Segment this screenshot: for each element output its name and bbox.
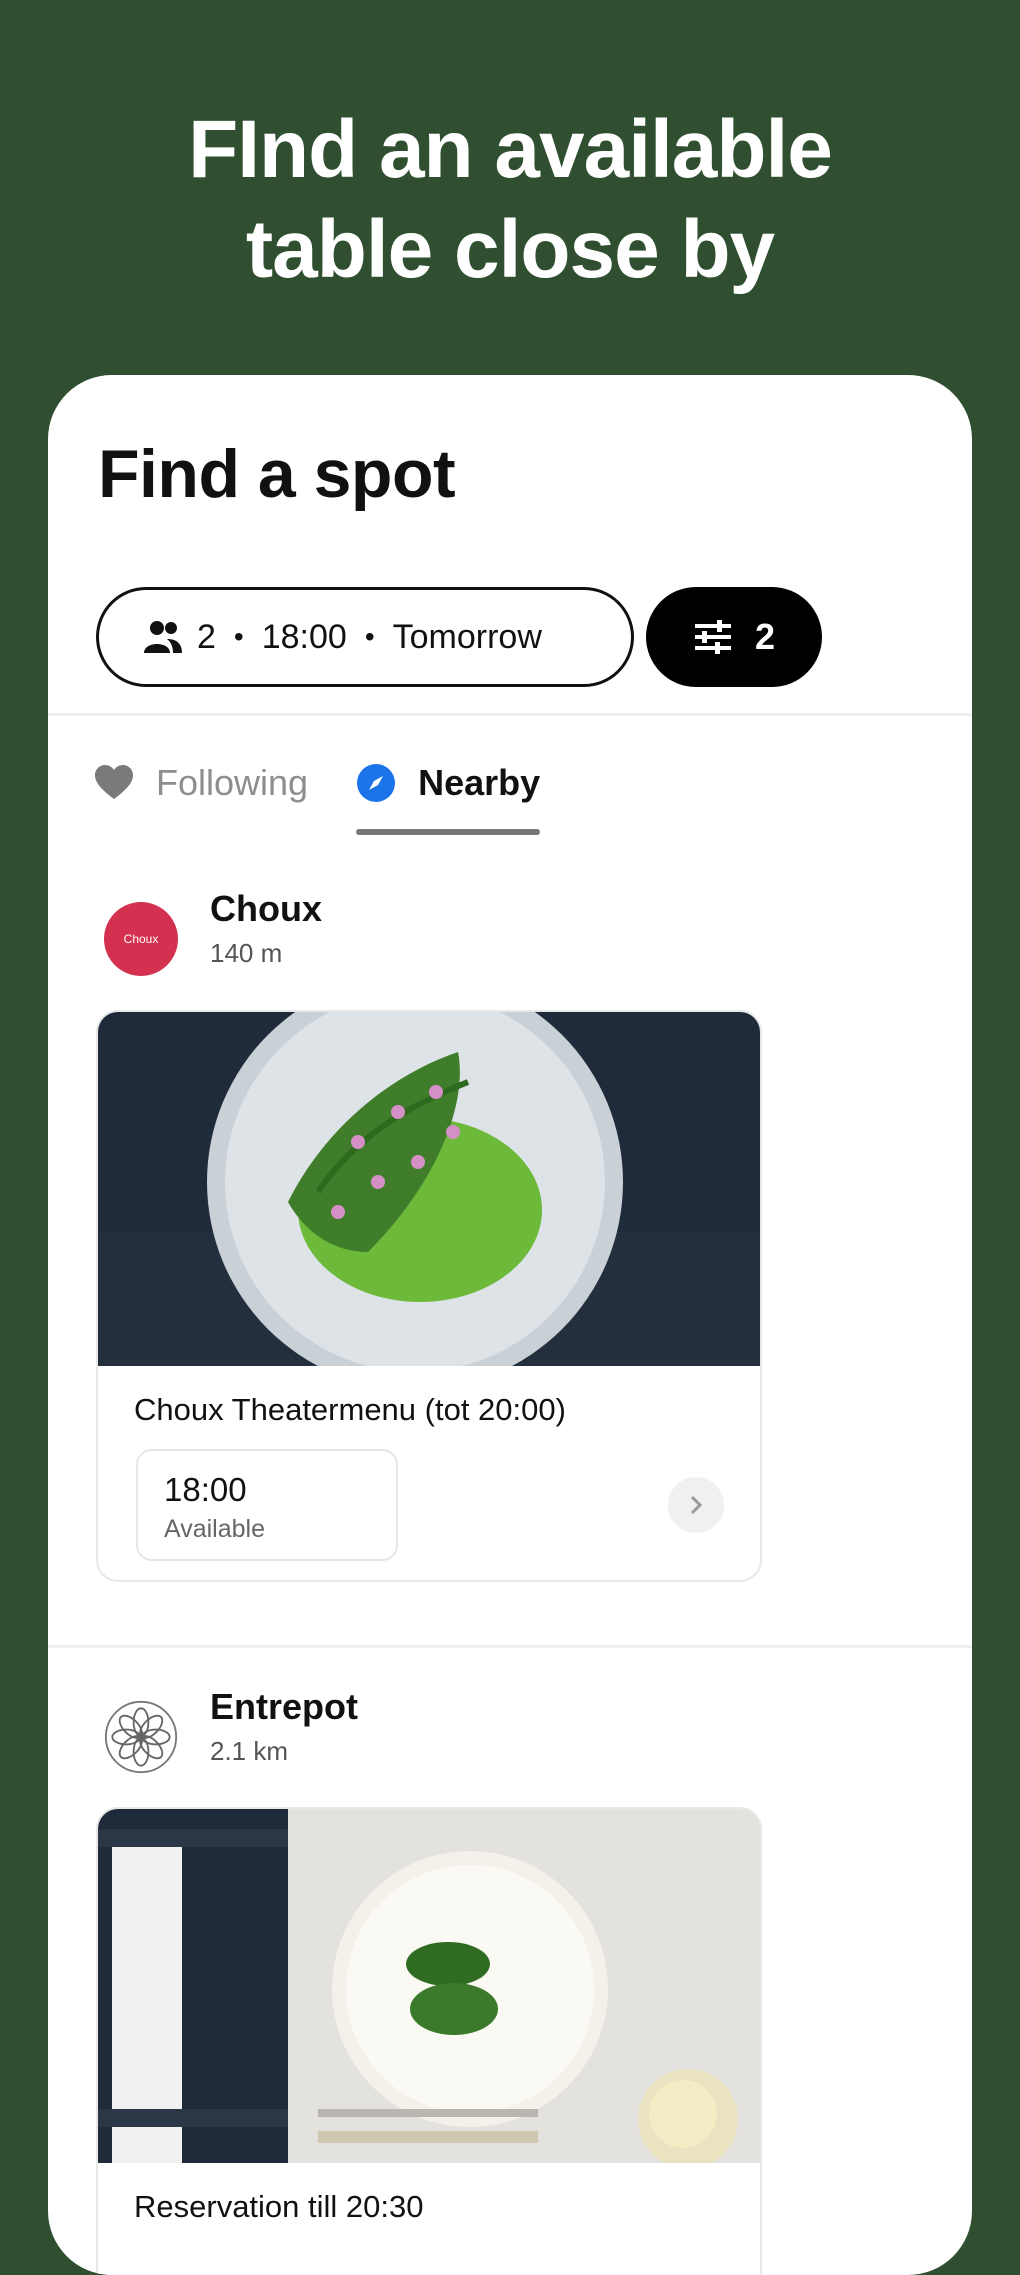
separator-dot: •: [233, 621, 244, 652]
phone-screen-card: Find a spot 2 • 18:00 • Tomorrow 2 Follo…: [48, 375, 972, 2275]
tab-nearby-label: Nearby: [418, 762, 541, 803]
offer-name: Reservation till 20:30: [134, 2189, 424, 2224]
reservation-time: 18:00: [261, 617, 347, 656]
page-title: Find a spot: [98, 436, 456, 512]
restaurant-logo: Choux: [104, 902, 178, 976]
reservation-day: Tomorrow: [392, 617, 542, 656]
time-slot[interactable]: 18:00 Available: [136, 1449, 398, 1561]
restaurant-logo: [104, 1700, 178, 1774]
people-icon: [144, 621, 182, 653]
dish-image: [98, 1012, 760, 1366]
divider: [48, 1645, 972, 1648]
offer-name: Choux Theatermenu (tot 20:00): [134, 1392, 566, 1427]
tab-bar: Following Nearby: [94, 755, 541, 835]
tab-following-label: Following: [156, 762, 309, 803]
restaurant-name: Entrepot: [210, 1686, 358, 1727]
dish-image: [98, 1809, 760, 2163]
restaurant-name: Choux: [210, 888, 322, 929]
filter-count: 2: [754, 616, 776, 657]
restaurant-distance: 140 m: [210, 938, 283, 968]
tab-nearby[interactable]: Nearby: [356, 755, 541, 835]
separator-dot: •: [364, 621, 375, 652]
restaurant-distance: 2.1 km: [210, 1736, 289, 1766]
headline-line-1: FInd an available: [188, 104, 833, 195]
chevron-right-icon[interactable]: [668, 1477, 724, 1533]
dish-photo: [98, 1809, 760, 2163]
divider: [48, 713, 972, 716]
guest-count: 2: [197, 617, 216, 656]
compass-icon: [357, 764, 396, 802]
search-pill[interactable]: 2 • 18:00 • Tomorrow: [96, 587, 634, 687]
heart-icon: [95, 765, 133, 799]
dish-photo: [98, 1012, 760, 1366]
offer-card[interactable]: Choux Theatermenu (tot 20:00) 18:00 Avai…: [96, 1010, 762, 1582]
offer-card[interactable]: Reservation till 20:30: [96, 1807, 762, 2275]
headline-line-2: table close by: [245, 204, 775, 295]
tab-selected-indicator: [356, 829, 541, 835]
promo-headline: FInd an available table close by: [0, 100, 1020, 300]
sliders-icon: [694, 620, 731, 654]
slot-status: Available: [164, 1515, 266, 1543]
slot-time: 18:00: [164, 1471, 247, 1508]
tab-following[interactable]: Following: [94, 755, 308, 811]
filter-button[interactable]: 2: [646, 587, 822, 687]
